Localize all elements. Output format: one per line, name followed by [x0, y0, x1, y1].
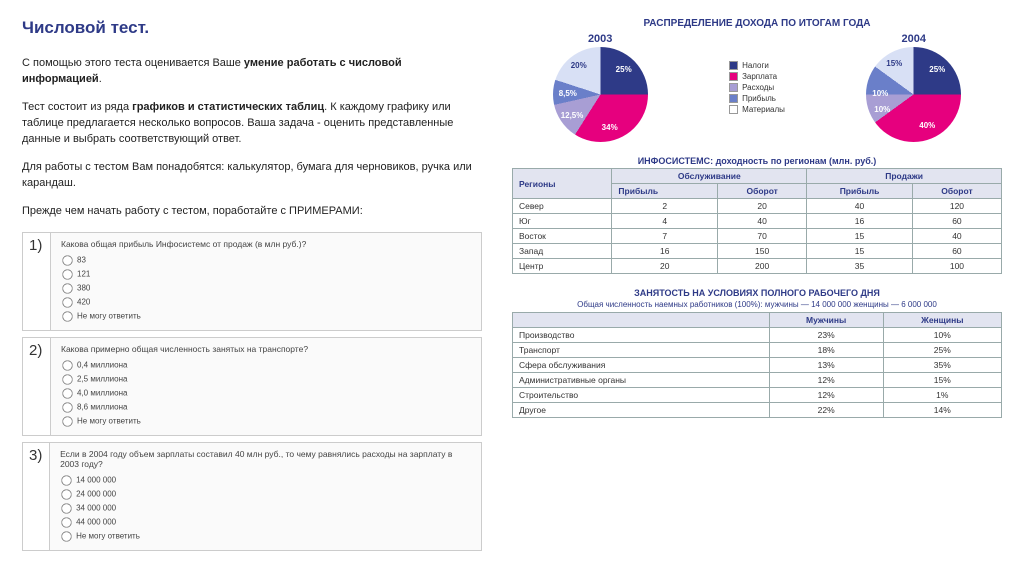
- intro-p3: Для работы с тестом Вам понадобятся: кал…: [22, 160, 482, 192]
- question-number: 3): [23, 443, 50, 550]
- legend-item: Расходы: [729, 83, 785, 92]
- radio-option[interactable]: 24 000 000: [60, 488, 471, 501]
- pie-legend: Налоги Зарплата Расходы Прибыль Материалы: [729, 59, 785, 116]
- question-block: 3) Если в 2004 году объем зарплаты соста…: [22, 442, 482, 551]
- table-row: Центр2020035100: [513, 259, 1002, 274]
- question-text: Какова общая прибыль Инфосистемс от прод…: [61, 239, 306, 249]
- table2-sub: Общая численность наемных работников (10…: [512, 300, 1002, 309]
- question-block: 1) Какова общая прибыль Инфосистемс от п…: [22, 232, 482, 331]
- radio-option[interactable]: 0,4 миллиона: [61, 359, 308, 372]
- table-row: Восток7701540: [513, 229, 1002, 244]
- radio-option[interactable]: 8,6 миллиона: [61, 401, 308, 414]
- intro-p2: Тест состоит из ряда графиков и статисти…: [22, 100, 482, 148]
- legend-item: Зарплата: [729, 72, 785, 81]
- table-row: Запад161501560: [513, 244, 1002, 259]
- pie-year-2003: 2003: [553, 33, 648, 45]
- radio-option[interactable]: 121: [61, 268, 306, 281]
- radio-option[interactable]: Не могу ответить: [61, 310, 306, 323]
- left-column: Числовой тест. С помощью этого теста оце…: [22, 18, 482, 556]
- radio-option[interactable]: 4,0 миллиона: [61, 387, 308, 400]
- radio-option[interactable]: 380: [61, 282, 306, 295]
- intro-p1: С помощью этого теста оценивается Ваше у…: [22, 56, 482, 88]
- table-row: Административные органы12%15%: [513, 373, 1002, 388]
- legend-item: Материалы: [729, 105, 785, 114]
- page-title: Числовой тест.: [22, 18, 482, 38]
- table-row: Север22040120: [513, 199, 1002, 214]
- table2-title: ЗАНЯТОСТЬ НА УСЛОВИЯХ ПОЛНОГО РАБОЧЕГО Д…: [512, 288, 1002, 298]
- table-regions: РегионыОбслуживаниеПродажи ПрибыльОборот…: [512, 168, 1002, 274]
- pie-year-2004: 2004: [866, 33, 961, 45]
- table-row: Транспорт18%25%: [513, 343, 1002, 358]
- table1-title: ИНФОСИСТЕМС: доходность по регионам (млн…: [512, 156, 1002, 166]
- pie-title: РАСПРЕДЕЛЕНИЕ ДОХОДА ПО ИТОГАМ ГОДА: [512, 18, 1002, 29]
- pie-2003: 25% 34% 12,5% 8,5% 20%: [553, 47, 648, 142]
- pie-2004: 25% 40% 10% 10% 15%: [866, 47, 961, 142]
- legend-item: Прибыль: [729, 94, 785, 103]
- table-row: Юг4401660: [513, 214, 1002, 229]
- radio-option[interactable]: 2,5 миллиона: [61, 373, 308, 386]
- table-row: Строительство12%1%: [513, 388, 1002, 403]
- question-block: 2) Какова примерно общая численность зан…: [22, 337, 482, 436]
- legend-item: Налоги: [729, 61, 785, 70]
- question-number: 1): [23, 233, 51, 330]
- right-column: РАСПРЕДЕЛЕНИЕ ДОХОДА ПО ИТОГАМ ГОДА 2003…: [512, 18, 1002, 556]
- radio-option[interactable]: Не могу ответить: [60, 530, 471, 543]
- table-employment: МужчиныЖенщины Производство23%10%Транспо…: [512, 312, 1002, 418]
- pie-row: 2003 25% 34% 12,5% 8,5% 20% Налоги Зарпла…: [512, 33, 1002, 142]
- table-row: Сфера обслуживания13%35%: [513, 358, 1002, 373]
- question-number: 2): [23, 338, 51, 435]
- radio-option[interactable]: 34 000 000: [60, 502, 471, 515]
- question-text: Если в 2004 году объем зарплаты составил…: [60, 449, 471, 469]
- intro-p4: Прежде чем начать работу с тестом, пораб…: [22, 204, 482, 220]
- radio-option[interactable]: Не могу ответить: [61, 415, 308, 428]
- radio-option[interactable]: 420: [61, 296, 306, 309]
- radio-option[interactable]: 83: [61, 254, 306, 267]
- radio-option[interactable]: 14 000 000: [60, 474, 471, 487]
- table-row: Другое22%14%: [513, 403, 1002, 418]
- question-text: Какова примерно общая численность заняты…: [61, 344, 308, 354]
- table-row: Производство23%10%: [513, 328, 1002, 343]
- radio-option[interactable]: 44 000 000: [60, 516, 471, 529]
